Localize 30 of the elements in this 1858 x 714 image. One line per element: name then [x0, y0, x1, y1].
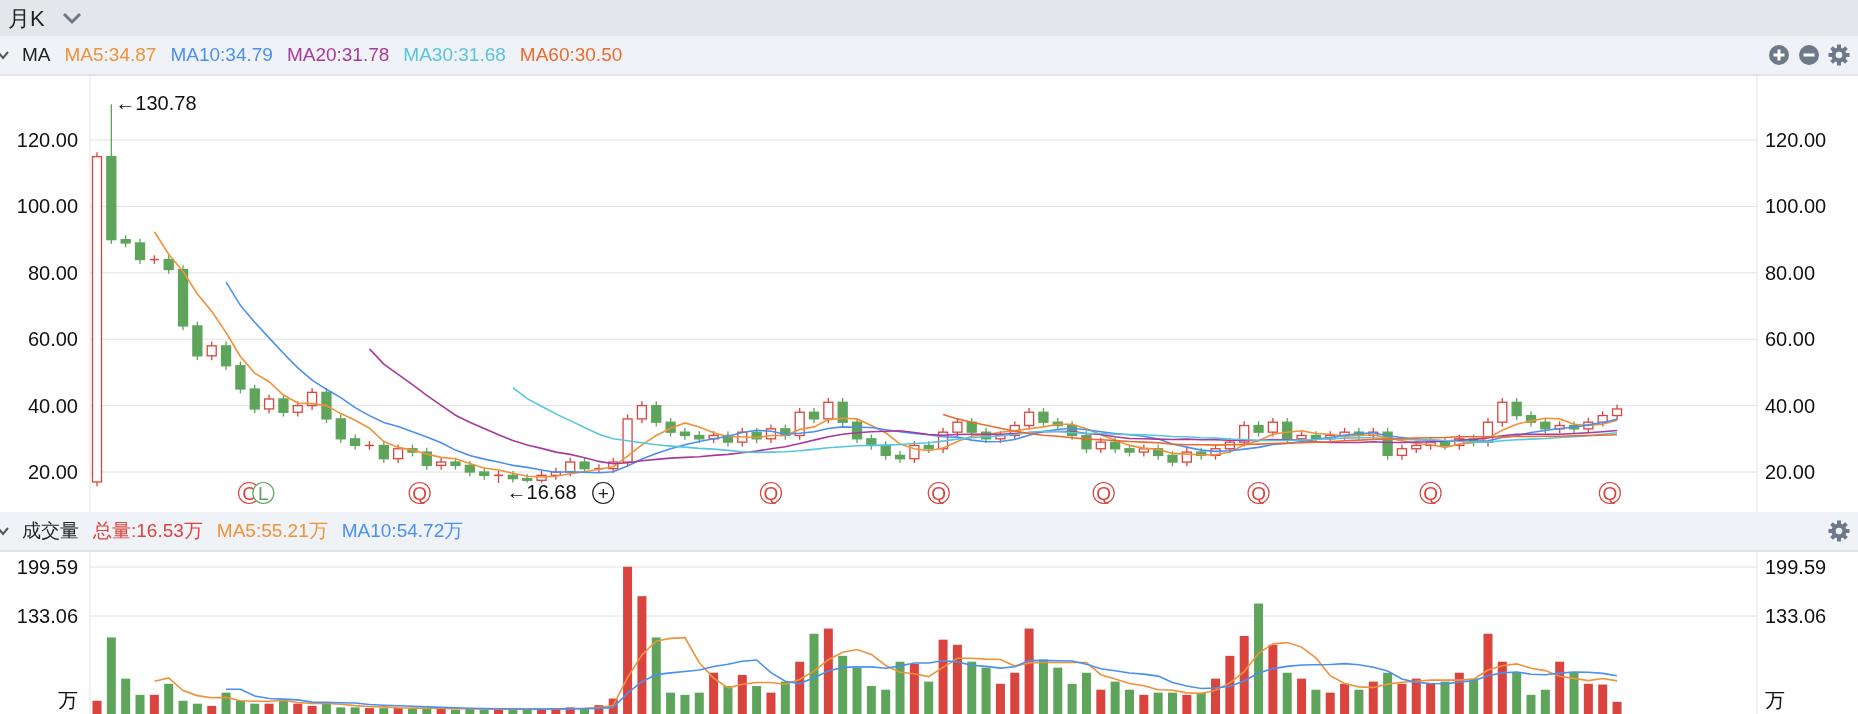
axis-label: 40.00 — [1765, 394, 1816, 417]
panel-title: MA — [22, 42, 51, 67]
axis-label: 20.00 — [27, 461, 78, 483]
axis-label: 133.06 — [16, 605, 78, 627]
axis-label: 60.00 — [27, 328, 78, 351]
axis-label: 80.00 — [1765, 261, 1816, 284]
legend-value: MA30:31.68 — [403, 42, 506, 67]
legend-value: MA5:55.21万 — [216, 518, 328, 543]
price-extreme-label: ←16.68 — [506, 481, 577, 503]
axis-label: 100.00 — [1765, 195, 1827, 218]
axis-label: 199.59 — [16, 556, 78, 579]
unit-label: 万 — [58, 689, 78, 711]
legend-value: MA10:34.79 — [170, 42, 273, 67]
price-extreme-label: ←130.78 — [115, 92, 197, 115]
axis-label: 199.59 — [1765, 556, 1827, 579]
axis-label: 60.00 — [1765, 328, 1816, 351]
legend-value: 总量:16.53万 — [93, 518, 203, 543]
axis-label: 100.00 — [16, 195, 78, 218]
axis-label: 120.00 — [1765, 129, 1827, 152]
legend-value: MA20:31.78 — [286, 42, 390, 67]
legend-value: MA60:30.50 — [519, 42, 623, 67]
axis-label: 80.00 — [27, 261, 78, 284]
legend-value: MA5:34.87 — [64, 42, 157, 67]
axis-label: 20.00 — [1765, 461, 1816, 483]
axis-label: 133.06 — [1765, 605, 1827, 627]
axis-label: 40.00 — [27, 394, 78, 417]
panel-title: 成交量 — [22, 518, 79, 543]
unit-label: 万 — [1765, 689, 1785, 711]
legend-value: MA10:54.72万 — [341, 518, 464, 543]
axis-label: 120.00 — [16, 129, 78, 152]
